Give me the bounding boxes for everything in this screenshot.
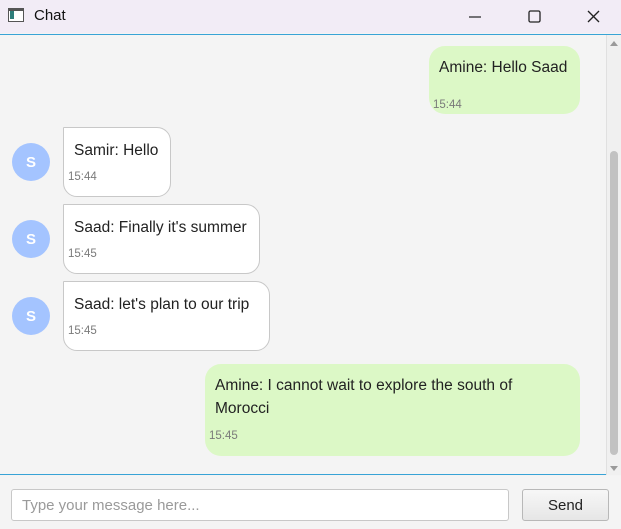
close-icon [587, 10, 599, 23]
scroll-up-icon[interactable] [610, 41, 618, 46]
message-text: Saad: let's plan to our trip [74, 296, 250, 313]
close-button[interactable] [568, 0, 618, 33]
message-bubble-incoming: Saad: let's plan to our trip 15:45 [63, 281, 270, 351]
message-text: Samir: Hello [74, 142, 159, 159]
message-text: Amine: I cannot wait to explore the sout… [215, 377, 513, 417]
scroll-thumb[interactable] [610, 151, 618, 455]
avatar: S [12, 143, 50, 181]
avatar: S [12, 220, 50, 258]
message-bubble-outgoing: Amine: Hello Saad 15:44 [429, 46, 580, 114]
minimize-icon [469, 15, 481, 18]
message-time: 15:44 [433, 99, 462, 111]
composer-bar: Send [0, 476, 621, 529]
window-title: Chat [34, 7, 66, 24]
send-button[interactable]: Send [522, 489, 609, 521]
minimize-button[interactable] [450, 0, 500, 33]
message-time: 15:45 [68, 248, 97, 260]
message-bubble-outgoing: Amine: I cannot wait to explore the sout… [205, 364, 580, 456]
chat-message-list[interactable]: Amine: Hello Saad 15:44 S Samir: Hello 1… [0, 34, 621, 475]
maximize-button[interactable] [509, 0, 559, 33]
scroll-down-icon[interactable] [610, 466, 618, 471]
message-time: 15:45 [209, 430, 238, 442]
message-text: Amine: Hello Saad [439, 59, 568, 76]
message-time: 15:45 [68, 325, 97, 337]
message-time: 15:44 [68, 171, 97, 183]
message-text: Saad: Finally it's summer [74, 219, 247, 236]
avatar: S [12, 297, 50, 335]
message-input[interactable] [11, 489, 509, 521]
message-bubble-incoming: Saad: Finally it's summer 15:45 [63, 204, 260, 274]
maximize-icon [527, 10, 541, 23]
chat-scrollbar[interactable] [606, 35, 621, 475]
title-bar: Chat [0, 0, 621, 33]
app-icon [8, 8, 24, 22]
message-bubble-incoming: Samir: Hello 15:44 [63, 127, 171, 197]
